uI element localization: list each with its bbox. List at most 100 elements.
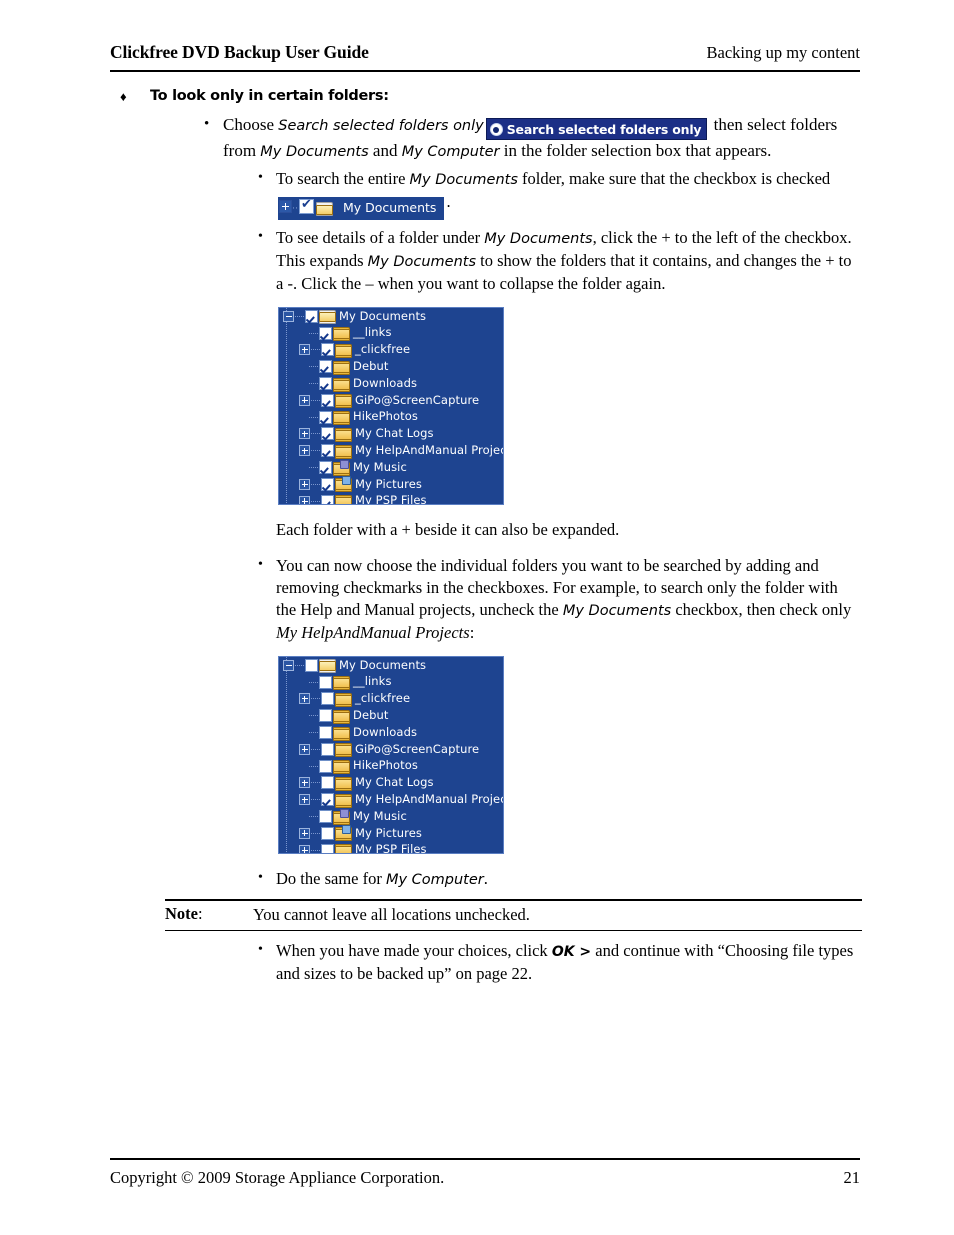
entire-tail-text: . xyxy=(446,191,451,211)
checkbox-checked[interactable] xyxy=(321,477,334,491)
page-header: Clickfree DVD Backup User Guide Backing … xyxy=(110,42,860,63)
bullet-dot-icon: • xyxy=(258,942,263,957)
checkbox-unchecked[interactable] xyxy=(321,776,334,790)
checkbox-checked[interactable] xyxy=(319,360,332,374)
checkbox-checked[interactable] xyxy=(321,343,334,357)
tree-row[interactable]: _clickfree xyxy=(279,342,503,359)
expand-plus-icon[interactable] xyxy=(299,495,310,504)
tree-row[interactable]: __links xyxy=(279,325,503,342)
ok-button-ref: OK > xyxy=(551,944,592,960)
checkbox-checked[interactable] xyxy=(321,444,334,458)
collapse-minus-icon[interactable] xyxy=(283,659,294,671)
tree-row[interactable]: HikePhotos xyxy=(279,758,503,775)
folder-icon xyxy=(333,360,350,375)
expand-plus-icon[interactable] xyxy=(299,693,310,705)
tree-connector-line xyxy=(309,332,318,334)
bullet-see-details-text: To see details of a folder under My Docu… xyxy=(276,227,862,295)
tree-row-label: GiPo@ScreenCapture xyxy=(355,741,480,756)
chip-label: My Documents xyxy=(343,199,437,215)
tree-row[interactable]: My HelpAndManual Projects xyxy=(279,442,503,459)
documents-folder-icon xyxy=(319,659,336,674)
folder-icon xyxy=(335,427,352,442)
tree-connector-line xyxy=(309,816,318,818)
tree-row[interactable]: HikePhotos xyxy=(279,409,503,426)
tree-row[interactable]: _clickfree xyxy=(279,691,503,708)
tree-connector-line xyxy=(309,416,318,418)
tree-row[interactable]: Downloads xyxy=(279,375,503,392)
expand-plus-icon[interactable] xyxy=(299,445,310,457)
checkbox-unchecked[interactable] xyxy=(321,843,334,853)
expand-plus-icon[interactable] xyxy=(299,428,310,440)
checkbox-checked[interactable] xyxy=(319,326,332,340)
music-badge-icon xyxy=(340,808,349,818)
checkbox-checked[interactable] xyxy=(321,793,334,807)
my-documents-checked-chip[interactable]: ·· ✔ My Documents xyxy=(278,196,445,220)
collapse-minus-icon[interactable] xyxy=(283,310,294,322)
checkbox-unchecked[interactable] xyxy=(319,810,332,824)
tree-row[interactable]: My Documents xyxy=(279,308,503,325)
expand-plus-icon[interactable] xyxy=(299,478,310,490)
tree-row[interactable]: My Chat Logs xyxy=(279,426,503,443)
expand-plus-icon[interactable] xyxy=(299,394,310,406)
tree-row-label: My Music xyxy=(353,808,407,823)
expand-plus-icon[interactable] xyxy=(299,777,310,789)
checkbox-checked[interactable] xyxy=(319,377,332,391)
checkbox-checked[interactable] xyxy=(319,461,332,475)
bullet-choose-search: • Choose Search selected folders only Sea… xyxy=(110,114,862,164)
tree-row-label: My Documents xyxy=(339,657,427,672)
checkbox-checked[interactable] xyxy=(321,494,334,504)
folder-icon xyxy=(333,327,350,342)
checkbox-unchecked[interactable] xyxy=(321,742,334,756)
tree-row[interactable]: Downloads xyxy=(279,724,503,741)
folder-tree-screenshot-2[interactable]: My Documents __links _clickfree Debut Downlo… xyxy=(278,656,504,854)
documents-folder-icon xyxy=(316,201,337,219)
checkbox-checked[interactable] xyxy=(321,393,334,407)
checkbox-unchecked[interactable] xyxy=(319,709,332,723)
folder-icon xyxy=(333,726,350,741)
checkbox-unchecked[interactable] xyxy=(319,675,332,689)
checkbox-unchecked[interactable] xyxy=(319,759,332,773)
checkbox-unchecked[interactable] xyxy=(321,692,334,706)
tree-row[interactable]: My Documents xyxy=(279,657,503,674)
checkbox-unchecked[interactable] xyxy=(319,726,332,740)
tree-row[interactable]: Debut xyxy=(279,707,503,724)
bullet-dot-icon: • xyxy=(204,116,210,132)
bullet-choose-individual-text: You can now choose the individual folder… xyxy=(276,555,862,644)
tree-row-label: Debut xyxy=(353,359,389,374)
tree-row[interactable]: __links xyxy=(279,674,503,691)
page-title: To look only in certain folders: xyxy=(150,88,389,104)
tree-row[interactable]: My HelpAndManual Projects xyxy=(279,791,503,808)
tree-row[interactable]: My Pictures xyxy=(279,825,503,842)
tree-row[interactable]: My PSP Files xyxy=(279,842,503,853)
expand-plus-icon[interactable] xyxy=(299,844,310,853)
tree-row[interactable]: My Music xyxy=(279,459,503,476)
bullet-dot-icon: • xyxy=(258,557,263,572)
folder-tree-screenshot-2-wrap: My Documents __links _clickfree Debut Downlo… xyxy=(278,656,862,854)
expand-plus-icon[interactable] xyxy=(299,743,310,755)
checkbox-unchecked[interactable] xyxy=(305,658,318,672)
tree-row[interactable]: My Music xyxy=(279,808,503,825)
expand-plus-icon[interactable] xyxy=(299,827,310,839)
tree-row[interactable]: Debut xyxy=(279,358,503,375)
checkbox-checked[interactable] xyxy=(319,410,332,424)
expand-plus-icon[interactable] xyxy=(279,199,292,213)
tree-connector-line xyxy=(311,799,320,801)
tree-connector-line xyxy=(309,732,318,734)
checkbox-checked[interactable] xyxy=(321,427,334,441)
tree-row[interactable]: My Chat Logs xyxy=(279,775,503,792)
bullet-final-ok: • When you have made your choices, click… xyxy=(110,940,862,985)
checkbox-checked[interactable] xyxy=(305,309,318,323)
tree-row[interactable]: My Pictures xyxy=(279,476,503,493)
checkbox-unchecked[interactable] xyxy=(321,826,334,840)
tree-row[interactable]: GiPo@ScreenCapture xyxy=(279,392,503,409)
folder-tree-screenshot-1[interactable]: My Documents __links _clickfree Debut Downlo… xyxy=(278,307,504,505)
expand-plus-icon[interactable] xyxy=(299,794,310,806)
radio-selected-icon xyxy=(489,123,503,136)
my-documents-ref: My Documents xyxy=(260,144,369,160)
expand-plus-icon[interactable] xyxy=(299,344,310,356)
tree-row[interactable]: My PSP Files xyxy=(279,493,503,504)
checkbox-checked-icon[interactable]: ✔ xyxy=(299,197,314,214)
search-selected-folders-only-button[interactable]: Search selected folders only xyxy=(485,118,708,140)
tree-connector-line xyxy=(295,315,304,317)
tree-row[interactable]: GiPo@ScreenCapture xyxy=(279,741,503,758)
